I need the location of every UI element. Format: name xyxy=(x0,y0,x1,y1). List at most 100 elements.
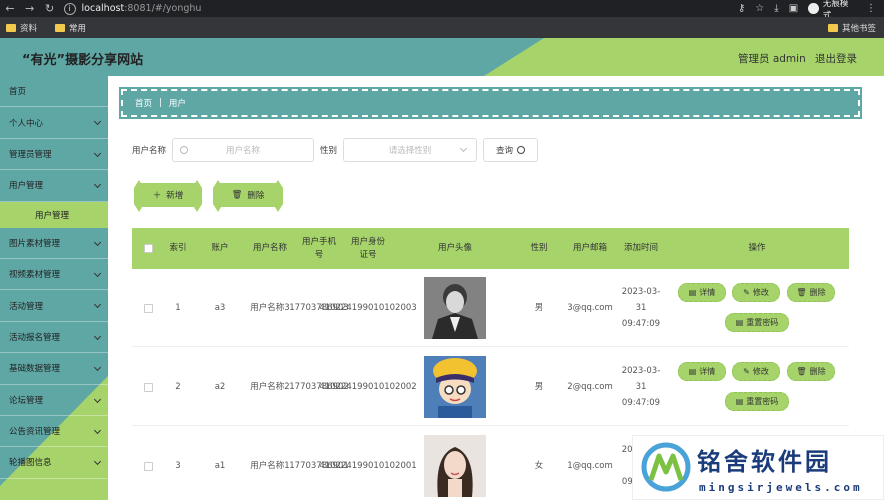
add-button[interactable]: ＋ 新增 xyxy=(141,183,195,207)
sidebar-item[interactable]: 用户管理 xyxy=(0,170,108,202)
delete-row-button[interactable]: 🗑删除 xyxy=(787,362,835,381)
sidebar-item-label: 首页 xyxy=(9,87,27,98)
star-icon[interactable]: ☆ xyxy=(755,3,764,14)
sidebar-item-label: 论坛管理 xyxy=(9,395,44,406)
other-bookmarks[interactable]: 其他书签 xyxy=(827,22,876,34)
select-all-cell[interactable] xyxy=(132,228,164,269)
breadcrumb-home[interactable]: 首页 xyxy=(135,97,152,109)
chevron-down-icon xyxy=(93,301,102,309)
chevron-down-icon xyxy=(93,395,102,403)
chevron-down-icon xyxy=(93,426,102,434)
cell-index: 3 xyxy=(175,461,181,471)
detail-icon: ▤ xyxy=(688,288,697,297)
row-checkbox[interactable] xyxy=(143,461,153,471)
name-search-input[interactable]: 用户名称 xyxy=(172,138,315,162)
browser-toolbar: ← → ↻ i localhost:8081/#/yonghu ⚷ ☆ ⤓ ▣ … xyxy=(0,0,884,21)
menu-icon[interactable]: ⋮ xyxy=(866,3,876,14)
detail-button[interactable]: ▤详情 xyxy=(678,283,726,302)
reload-icon[interactable]: ↻ xyxy=(40,2,60,15)
gender-select[interactable]: 请选择性别 xyxy=(343,138,478,162)
row-checkbox[interactable] xyxy=(143,382,153,392)
sidebar-item[interactable]: 管理员管理 xyxy=(0,139,108,171)
admin-user: 管理员 admin xyxy=(738,53,806,65)
col-actions: 操作 xyxy=(748,243,766,253)
edit-label: 修改 xyxy=(752,367,769,376)
chevron-down-icon xyxy=(93,118,102,126)
reset-label: 重置密码 xyxy=(746,318,779,327)
other-bookmarks-label: 其他书签 xyxy=(841,23,876,34)
sidebar-item[interactable]: 图片素材管理 xyxy=(0,228,108,259)
edit-icon: ✎ xyxy=(743,367,750,376)
row-select-cell[interactable] xyxy=(132,269,164,347)
edit-label: 修改 xyxy=(752,288,769,297)
row-select-cell[interactable] xyxy=(132,348,164,426)
logout-link[interactable]: 退出登录 xyxy=(815,51,857,66)
search-icon xyxy=(517,146,526,154)
detail-button[interactable]: ▤详情 xyxy=(678,362,726,381)
bookmark-folder[interactable]: 常用 xyxy=(55,22,86,34)
delete-row-label: 删除 xyxy=(809,367,826,376)
row-checkbox[interactable] xyxy=(143,303,153,313)
query-button[interactable]: 查询 xyxy=(483,138,539,162)
cell-account: a3 xyxy=(214,303,226,313)
col-phone: 用户手机号 xyxy=(301,236,336,260)
avatar xyxy=(412,348,498,426)
folder-icon xyxy=(827,23,838,32)
sidebar-item[interactable]: 基础数据管理 xyxy=(0,353,108,385)
breadcrumb-current: 用户 xyxy=(168,99,186,109)
sidebar-item[interactable]: 首页 xyxy=(0,76,108,108)
delete-button[interactable]: 🗑 删除 xyxy=(220,183,276,207)
col-email: 用户邮箱 xyxy=(572,243,607,253)
sidebar-item[interactable]: 论坛管理 xyxy=(0,385,108,416)
delete-row-label: 删除 xyxy=(809,288,826,297)
sidebar-subitem-active[interactable]: 用户管理 xyxy=(0,201,108,228)
back-icon[interactable]: ← xyxy=(0,2,20,15)
sidebar-item[interactable]: 公告资讯管理 xyxy=(0,416,108,448)
edit-button[interactable]: ✎修改 xyxy=(732,362,780,381)
search-form: 用户名称 用户名称 性别 请选择性别 查询 xyxy=(132,138,539,162)
forward-icon[interactable]: → xyxy=(20,2,40,15)
col-id: 用户身份证号 xyxy=(350,236,385,260)
detail-icon: ▤ xyxy=(688,367,697,376)
sidebar-item[interactable]: 视频素材管理 xyxy=(0,259,108,291)
col-index: 索引 xyxy=(169,243,187,253)
cell-gender: 男 xyxy=(534,303,544,313)
info-icon[interactable]: i xyxy=(63,2,76,15)
reset-password-button[interactable]: ▤重置密码 xyxy=(725,313,789,332)
col-avatar: 用户头像 xyxy=(437,243,472,253)
breadcrumb: 首页 | 用户 xyxy=(119,87,862,119)
gender-label: 性别 xyxy=(320,146,338,156)
chevron-down-icon xyxy=(93,364,102,372)
gender-placeholder: 请选择性别 xyxy=(388,146,432,156)
chevron-down-icon xyxy=(93,149,102,157)
bookmark-folder[interactable]: 资料 xyxy=(6,22,37,34)
avatar xyxy=(412,269,498,347)
delete-row-button[interactable]: 🗑删除 xyxy=(787,283,835,302)
sidebar-item-label: 视频素材管理 xyxy=(9,270,61,281)
trash-icon: 🗑 xyxy=(796,288,807,297)
select-all-checkbox[interactable] xyxy=(143,244,153,253)
cell-name: 用户名称3 xyxy=(250,303,290,313)
sidebar-item[interactable]: 轮播图信息 xyxy=(0,447,108,479)
sidebar-item[interactable]: 个人中心 xyxy=(0,107,108,139)
sidebar-item[interactable]: 活动管理 xyxy=(0,290,108,322)
reset-icon: ▤ xyxy=(735,397,744,406)
col-name: 用户名称 xyxy=(252,243,287,253)
table-header: 索引 账户 用户名称 用户手机号 用户身份证号 用户头像 性别 用户邮箱 添加时… xyxy=(132,228,849,269)
site-title: “有光”摄影分享网站 xyxy=(22,53,144,68)
extension-icon[interactable]: ⤓ xyxy=(774,3,778,14)
address-bar[interactable]: i localhost:8081/#/yonghu xyxy=(63,1,738,16)
reset-icon: ▤ xyxy=(735,318,744,327)
cell-name: 用户名称2 xyxy=(250,382,290,392)
row-select-cell[interactable] xyxy=(132,427,164,500)
reset-password-button[interactable]: ▤重置密码 xyxy=(725,392,789,411)
watermark-en: mingsirjewels.com xyxy=(699,481,863,494)
reset-label: 重置密码 xyxy=(746,397,779,406)
sidepanel-icon[interactable]: ▣ xyxy=(789,3,798,14)
key-icon[interactable]: ⚷ xyxy=(738,3,745,14)
detail-label: 详情 xyxy=(699,288,716,297)
sidebar-item[interactable]: 活动报名管理 xyxy=(0,322,108,354)
edit-button[interactable]: ✎修改 xyxy=(732,283,780,302)
cell-email: 2@qq.com xyxy=(567,382,613,392)
table-row: 2 a2 用户名称2 17703786902 410224199010102002 男 2@… xyxy=(132,348,849,426)
